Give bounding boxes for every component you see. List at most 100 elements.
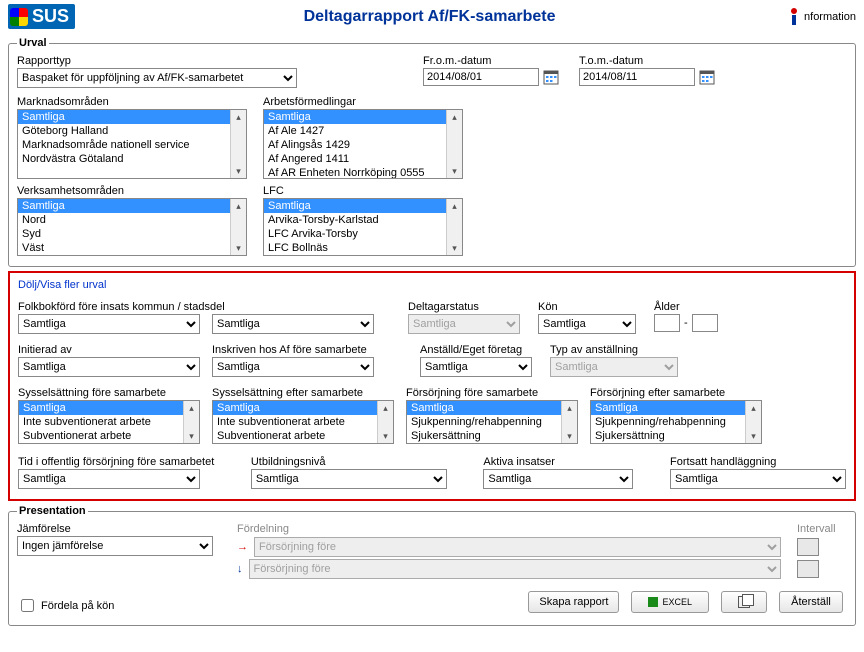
excel-label: EXCEL <box>662 597 692 607</box>
tom-date-input[interactable] <box>579 68 695 86</box>
scrollbar[interactable]: ▴ ▾ <box>377 401 393 443</box>
list-item[interactable]: Af Alingsås 1429 <box>264 138 446 152</box>
list-item[interactable]: Samtliga <box>407 401 561 415</box>
anstalld-select[interactable]: Samtliga <box>420 357 532 377</box>
scrollbar[interactable]: ▴ ▾ <box>230 199 246 255</box>
fortsatt-select[interactable]: Samtliga <box>670 469 846 489</box>
tid-select[interactable]: Samtliga <box>18 469 200 489</box>
list-item[interactable]: Subventionerat arbete <box>19 429 183 443</box>
list-item[interactable]: Inte subventionerat arbete <box>213 415 377 429</box>
list-item[interactable]: Samtliga <box>18 199 230 213</box>
logo-text: SUS <box>32 6 69 27</box>
toggle-extra-link[interactable]: Dölj/Visa fler urval <box>18 279 106 291</box>
copy-button[interactable] <box>721 591 767 613</box>
scroll-up-icon[interactable]: ▴ <box>184 401 199 415</box>
folk-label: Folkbokförd före insats kommun / stadsde… <box>18 301 374 313</box>
scroll-down-icon[interactable]: ▾ <box>746 429 761 443</box>
initierad-select[interactable]: Samtliga <box>18 357 200 377</box>
list-item[interactable]: Väst <box>18 241 230 255</box>
arrow-down-icon: ↓ <box>237 563 243 575</box>
list-item[interactable]: Samtliga <box>19 401 183 415</box>
urval-fieldset: Urval Rapporttyp Baspaket för uppföljnin… <box>8 37 856 267</box>
list-item[interactable]: LFC Arvika-Torsby <box>264 227 446 241</box>
scroll-down-icon[interactable]: ▾ <box>447 241 462 255</box>
syssel-efter-listbox[interactable]: Samtliga Inte subventionerat arbete Subv… <box>212 400 394 444</box>
logo-icon <box>10 8 28 26</box>
kon-select[interactable]: Samtliga <box>538 314 636 334</box>
alder-to-input[interactable] <box>692 314 718 332</box>
marknad-listbox[interactable]: Samtliga Göteborg Halland Marknadsområde… <box>17 109 247 179</box>
syssel-fore-listbox[interactable]: Samtliga Inte subventionerat arbete Subv… <box>18 400 200 444</box>
calendar-icon[interactable] <box>699 69 715 85</box>
scroll-down-icon[interactable]: ▾ <box>231 164 246 178</box>
list-item[interactable]: Sjukersättning <box>407 429 561 443</box>
alder-label: Ålder <box>654 301 718 313</box>
list-item[interactable]: Syd <box>18 227 230 241</box>
list-item[interactable]: Samtliga <box>213 401 377 415</box>
marknad-label: Marknadsområden <box>17 96 247 108</box>
rapporttyp-select[interactable]: Baspaket för uppföljning av Af/FK-samarb… <box>17 68 297 88</box>
fordela-checkbox[interactable] <box>21 599 34 612</box>
list-item[interactable]: Af Ale 1427 <box>264 124 446 138</box>
lfc-listbox[interactable]: Samtliga Arvika-Torsby-Karlstad LFC Arvi… <box>263 198 463 256</box>
list-item[interactable]: Af AR Enheten Norrköping 0555 <box>264 166 446 179</box>
aktiva-select[interactable]: Samtliga <box>483 469 633 489</box>
from-date-input[interactable] <box>423 68 539 86</box>
scroll-down-icon[interactable]: ▾ <box>447 164 462 178</box>
scrollbar[interactable]: ▴ ▾ <box>183 401 199 443</box>
folk-select-1[interactable]: Samtliga <box>18 314 200 334</box>
list-item[interactable]: Inte subventionerat arbete <box>19 415 183 429</box>
list-item[interactable]: Af Angered 1411 <box>264 152 446 166</box>
fors-fore-listbox[interactable]: Samtliga Sjukpenning/rehabpenning Sjuker… <box>406 400 578 444</box>
skapa-rapport-button[interactable]: Skapa rapport <box>528 591 619 613</box>
calendar-icon[interactable] <box>543 69 559 85</box>
verksamhet-listbox[interactable]: Samtliga Nord Syd Väst ▴ ▾ <box>17 198 247 256</box>
scrollbar[interactable]: ▴ ▾ <box>446 199 462 255</box>
scroll-up-icon[interactable]: ▴ <box>562 401 577 415</box>
list-item[interactable]: Sjukpenning/rehabpenning <box>591 415 745 429</box>
list-item[interactable]: Göteborg Halland <box>18 124 230 138</box>
arbetsf-listbox[interactable]: Samtliga Af Ale 1427 Af Alingsås 1429 Af… <box>263 109 463 179</box>
excel-button[interactable]: EXCEL <box>631 591 709 613</box>
list-item[interactable]: Nordvästra Götaland <box>18 152 230 166</box>
list-item[interactable]: Samtliga <box>264 199 446 213</box>
aterstall-button[interactable]: Återställ <box>779 591 843 613</box>
list-item[interactable]: Samtliga <box>591 401 745 415</box>
list-item[interactable]: LFC Bollnäs <box>264 241 446 255</box>
scroll-down-icon[interactable]: ▾ <box>378 429 393 443</box>
scroll-up-icon[interactable]: ▴ <box>231 110 246 124</box>
jamforelse-label: Jämförelse <box>17 523 237 535</box>
fors-efter-listbox[interactable]: Samtliga Sjukpenning/rehabpenning Sjuker… <box>590 400 762 444</box>
scroll-up-icon[interactable]: ▴ <box>447 199 462 213</box>
information-link[interactable]: nformation <box>784 7 856 27</box>
scrollbar[interactable]: ▴ ▾ <box>561 401 577 443</box>
inskriven-select[interactable]: Samtliga <box>212 357 374 377</box>
list-item[interactable]: Samtliga <box>264 110 446 124</box>
scroll-up-icon[interactable]: ▴ <box>231 199 246 213</box>
intervall-input-1 <box>797 538 819 556</box>
scroll-up-icon[interactable]: ▴ <box>447 110 462 124</box>
utb-label: Utbildningsnivå <box>251 456 447 468</box>
folk-select-2[interactable]: Samtliga <box>212 314 374 334</box>
scrollbar[interactable]: ▴ ▾ <box>230 110 246 178</box>
list-item[interactable]: Sjukersättning <box>591 429 745 443</box>
list-item[interactable]: Samtliga <box>18 110 230 124</box>
scrollbar[interactable]: ▴ ▾ <box>745 401 761 443</box>
scroll-down-icon[interactable]: ▾ <box>562 429 577 443</box>
arbetsf-label: Arbetsförmedlingar <box>263 96 463 108</box>
scroll-down-icon[interactable]: ▾ <box>231 241 246 255</box>
scroll-down-icon[interactable]: ▾ <box>184 429 199 443</box>
list-item[interactable]: Arvika-Torsby-Karlstad <box>264 213 446 227</box>
list-item[interactable]: Sjukpenning/rehabpenning <box>407 415 561 429</box>
scroll-up-icon[interactable]: ▴ <box>378 401 393 415</box>
typ-anst-select: Samtliga <box>550 357 678 377</box>
presentation-legend: Presentation <box>17 505 88 517</box>
list-item[interactable]: Subventionerat arbete <box>213 429 377 443</box>
alder-from-input[interactable] <box>654 314 680 332</box>
scrollbar[interactable]: ▴ ▾ <box>446 110 462 178</box>
jamforelse-select[interactable]: Ingen jämförelse <box>17 536 213 556</box>
list-item[interactable]: Nord <box>18 213 230 227</box>
scroll-up-icon[interactable]: ▴ <box>746 401 761 415</box>
list-item[interactable]: Marknadsområde nationell service <box>18 138 230 152</box>
utb-select[interactable]: Samtliga <box>251 469 447 489</box>
